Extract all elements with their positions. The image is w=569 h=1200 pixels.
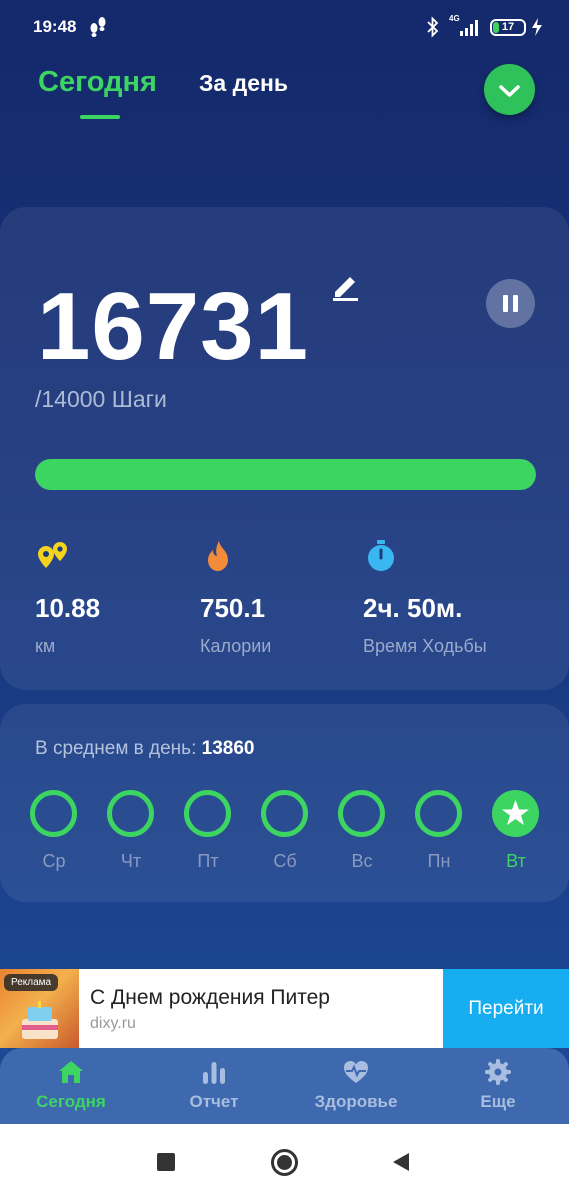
- day-goal-ring: [107, 790, 154, 837]
- tab-active-indicator: [80, 115, 120, 119]
- day-label: Сб: [273, 851, 297, 871]
- home-icon: [59, 1061, 83, 1083]
- day-goal-ring: [30, 790, 77, 837]
- nav-more[interactable]: Еще: [468, 1058, 528, 1112]
- calories-label: Калории: [200, 636, 272, 656]
- nav-today[interactable]: Сегодня: [30, 1058, 112, 1112]
- status-bar: 19:48 4G 17: [0, 0, 569, 56]
- day-item[interactable]: Сб: [261, 790, 309, 871]
- dropdown-button[interactable]: [484, 64, 535, 115]
- stat-walking-time: 2ч. 50м. Время Ходьбы: [363, 538, 487, 656]
- pause-button[interactable]: [486, 279, 535, 328]
- ad-domain: dixy.ru: [90, 1015, 136, 1032]
- stopwatch-icon: [368, 540, 394, 571]
- day-goal-star: [492, 790, 539, 837]
- ad-go-button[interactable]: Перейти: [443, 969, 569, 1048]
- walking-time-value: 2ч. 50м.: [363, 593, 463, 623]
- recents-button[interactable]: [157, 1153, 175, 1171]
- day-goal-ring: [338, 790, 385, 837]
- footsteps-icon: [90, 17, 106, 37]
- nav-today-label: Сегодня: [36, 1092, 106, 1111]
- steps-goal: /14000 Шаги: [35, 386, 167, 412]
- calories-value: 750.1: [200, 593, 266, 623]
- bar-chart-icon: [203, 1062, 225, 1084]
- day-label: Вс: [351, 851, 373, 871]
- nav-more-label: Еще: [480, 1092, 516, 1111]
- battery-level: 17: [501, 21, 515, 33]
- day-item-today[interactable]: Вт: [492, 790, 540, 871]
- battery-icon: 17: [490, 19, 526, 36]
- home-button[interactable]: [271, 1149, 298, 1176]
- day-label: Пн: [427, 851, 451, 871]
- status-time: 19:48: [33, 17, 77, 36]
- steps-progress-fill: [35, 459, 536, 490]
- steps-count: 16731: [37, 273, 309, 380]
- bluetooth-icon: [427, 16, 439, 38]
- daily-average: В среднем в день: 13860: [35, 738, 254, 760]
- steps-progress-bar: [35, 459, 536, 490]
- cake-icon: [22, 1001, 58, 1039]
- heart-pulse-icon: [344, 1061, 368, 1083]
- daily-average-label: В среднем в день:: [35, 738, 197, 759]
- day-item[interactable]: Ср: [30, 790, 78, 871]
- day-item[interactable]: Пн: [415, 790, 463, 871]
- signal-icon: [460, 20, 478, 36]
- day-label: Ср: [42, 851, 66, 871]
- day-item[interactable]: Вс: [338, 790, 386, 871]
- tab-day[interactable]: За день: [199, 70, 288, 97]
- ad-badge: Реклама: [4, 974, 59, 991]
- day-label: Вт: [506, 851, 526, 871]
- pencil-icon[interactable]: [330, 272, 360, 302]
- stat-calories: 750.1 Калории: [200, 538, 271, 656]
- walking-time-label: Время Ходьбы: [363, 636, 487, 656]
- charging-icon: [532, 18, 542, 36]
- nav-health[interactable]: Здоровье: [306, 1058, 406, 1112]
- nav-health-label: Здоровье: [314, 1092, 398, 1111]
- back-button[interactable]: [390, 1151, 412, 1173]
- day-label: Пт: [197, 851, 219, 871]
- tab-today[interactable]: Сегодня: [38, 66, 157, 99]
- chevron-down-icon: [499, 85, 520, 97]
- nav-report[interactable]: Отчет: [178, 1058, 250, 1112]
- distance-icon: [38, 542, 67, 568]
- day-item[interactable]: Пт: [184, 790, 232, 871]
- ad-image: Реклама: [0, 969, 79, 1048]
- distance-label: км: [35, 636, 56, 656]
- distance-value: 10.88: [35, 593, 101, 623]
- day-label: Чт: [120, 851, 142, 871]
- gear-icon: [485, 1059, 511, 1085]
- ad-title[interactable]: С Днем рождения Питер: [90, 986, 330, 1010]
- daily-average-value: 13860: [201, 738, 255, 759]
- star-icon: [502, 800, 529, 825]
- flame-icon: [208, 541, 228, 571]
- day-goal-ring: [184, 790, 231, 837]
- day-goal-ring: [415, 790, 462, 837]
- day-goal-ring: [261, 790, 308, 837]
- day-item[interactable]: Чт: [107, 790, 155, 871]
- stat-distance: 10.88 км: [35, 538, 100, 656]
- pause-icon: [503, 295, 508, 312]
- nav-report-label: Отчет: [189, 1092, 239, 1111]
